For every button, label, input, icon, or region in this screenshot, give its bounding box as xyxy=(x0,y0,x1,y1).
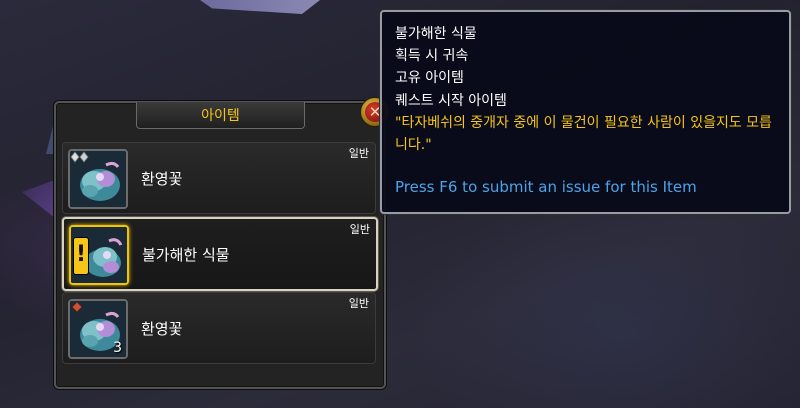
tooltip-help-text: Press F6 to submit an issue for this Ite… xyxy=(395,178,697,196)
tooltip-unique: 고유 아이템 xyxy=(395,70,464,86)
loot-item-name: 환영꽃 xyxy=(141,320,183,338)
loot-item-rarity: 일반 xyxy=(349,223,370,236)
quest-plant-icon: ! xyxy=(69,225,129,285)
loot-item-row[interactable]: 3 환영꽃 일반 xyxy=(62,292,376,364)
tooltip-item-name: 불가해한 식물 xyxy=(395,26,477,42)
item-tooltip: 불가해한 식물 획득 시 귀속 고유 아이템 퀘스트 시작 아이템 "타자베쉬의… xyxy=(380,10,791,214)
loot-item-rarity: 일반 xyxy=(348,297,369,310)
loot-item-name: 환영꽃 xyxy=(141,170,183,188)
loot-window-title: 아이템 xyxy=(136,102,305,129)
loot-window: 아이템 ✕ 환영꽃 일반 ! 불가해한 식물 일반 3 환영꽃 일반 xyxy=(54,97,390,389)
silver-gem-icon xyxy=(70,151,89,163)
loot-item-name: 불가해한 식물 xyxy=(142,246,230,264)
purple-flower-icon xyxy=(68,149,128,209)
tooltip-quest-start: 퀘스트 시작 아이템 xyxy=(395,93,507,109)
loot-item-rarity: 일반 xyxy=(348,147,369,160)
loot-item-row[interactable]: 환영꽃 일반 xyxy=(62,142,376,214)
quest-exclamation-icon: ! xyxy=(73,237,89,275)
tooltip-flavor-text: "타자베쉬의 중개자 중에 이 물건이 필요한 사람이 있을지도 모릅니다." xyxy=(395,115,772,153)
tooltip-binding: 획득 시 귀속 xyxy=(395,48,469,64)
purple-flower-icon: 3 xyxy=(68,299,128,359)
loot-title-label: 아이템 xyxy=(201,108,240,124)
red-gem-icon xyxy=(71,301,83,313)
item-quantity: 3 xyxy=(113,340,122,356)
background-crystal xyxy=(200,0,320,14)
loot-item-row[interactable]: ! 불가해한 식물 일반 xyxy=(62,217,378,291)
